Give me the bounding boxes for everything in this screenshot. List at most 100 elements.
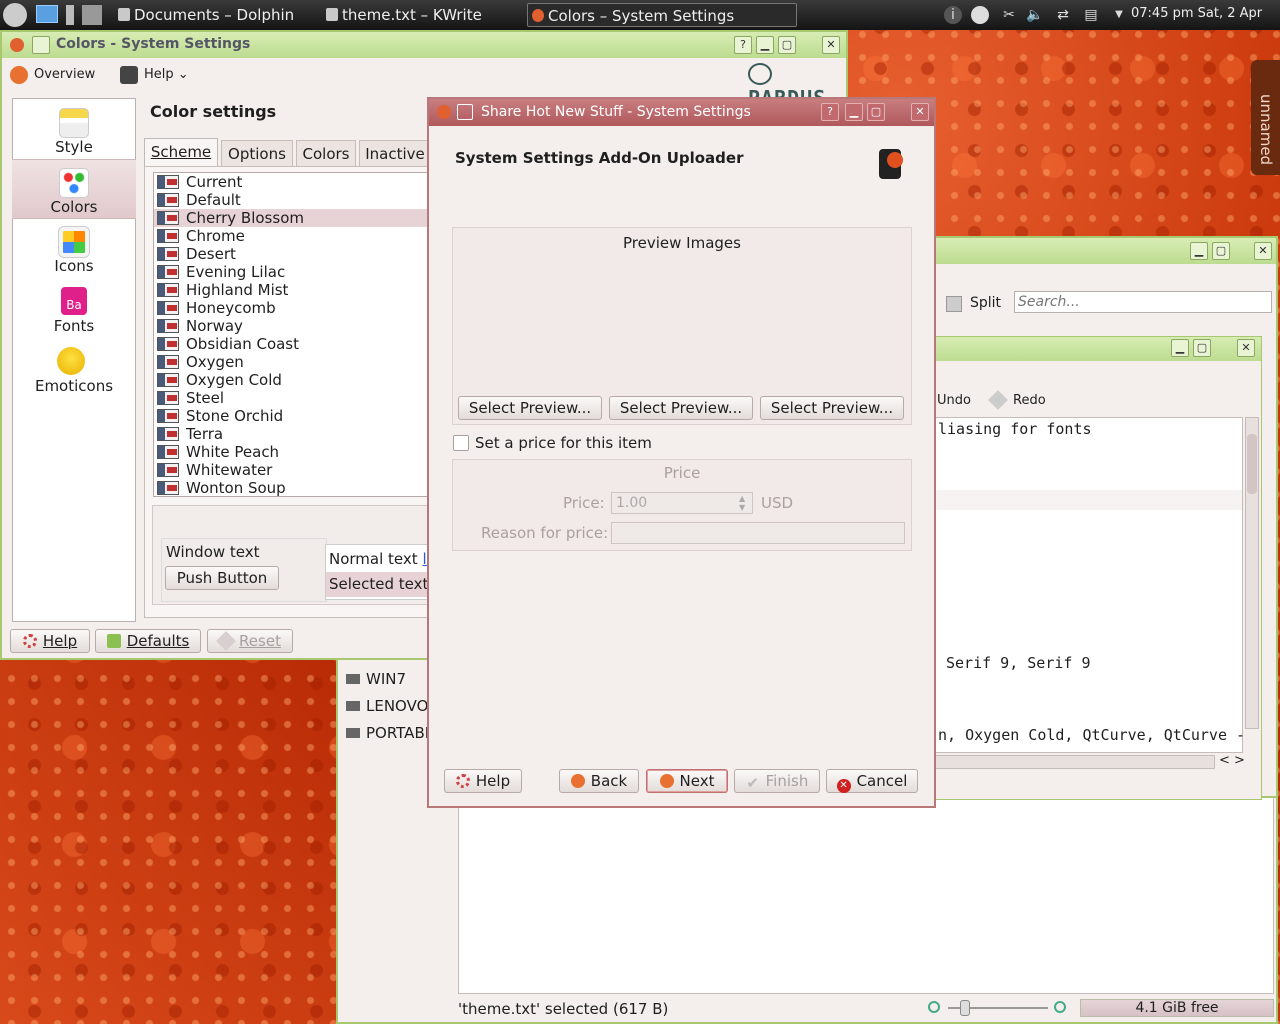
task-system-settings[interactable]: Colors – System Settings [527,3,797,27]
task-dolphin[interactable]: Documents – Dolphin [114,3,314,27]
tray-cat-icon[interactable] [971,6,989,24]
scrollbar-handle[interactable] [1247,434,1257,494]
scheme-list-item[interactable]: Oxygen [154,353,432,371]
select-preview-button-3[interactable]: Select Preview... [760,396,904,420]
scheme-list-item[interactable]: Norway [154,317,432,335]
preview-push-button[interactable]: Push Button [165,566,279,590]
select-preview-button-1[interactable]: Select Preview... [458,396,602,420]
finish-button[interactable]: ✔ Finish [734,769,820,793]
maximize-icon[interactable]: ▢ [1193,339,1211,357]
minimize-icon[interactable]: ▁ [845,103,863,121]
split-button[interactable]: Split [970,295,1001,311]
sticky-icon[interactable] [457,104,473,120]
category-emoticons[interactable]: Emoticons [12,339,136,399]
price-checkbox-label[interactable]: Set a price for this item [475,434,652,452]
horizontal-scrollbar[interactable] [933,755,1215,769]
help-icon[interactable]: ? [734,36,752,54]
place-win7[interactable]: WIN7 [346,670,406,688]
close-icon[interactable]: ✕ [822,36,840,54]
next-button[interactable]: Next [646,769,728,793]
redo-icon[interactable] [988,390,1008,410]
app-menu-icon[interactable] [437,105,451,119]
app-menu-icon[interactable] [10,38,24,52]
select-preview-button-2[interactable]: Select Preview... [609,396,753,420]
close-icon[interactable]: ✕ [1237,339,1255,357]
scheme-list-item[interactable]: Chrome [154,227,432,245]
price-checkbox[interactable] [453,435,469,451]
help-menu-button[interactable]: Help ⌄ [118,64,189,86]
tab-colors[interactable]: Colors [296,140,356,167]
category-style[interactable]: Style [12,100,136,160]
scheme-list-item[interactable]: Evening Lilac [154,263,432,281]
scheme-list-item[interactable]: Default [154,191,432,209]
scheme-list-item[interactable]: Cherry Blossom [154,209,432,227]
close-icon[interactable]: ✕ [1254,242,1272,260]
maximize-icon[interactable]: ▢ [867,103,885,121]
editor-titlebar[interactable]: ▁ ▢ ✕ [933,337,1261,361]
scheme-list-item[interactable]: Steel [154,389,432,407]
search-input[interactable] [1014,291,1272,313]
price-spin-arrows[interactable]: ▲ ▼ [739,494,751,512]
vertical-scrollbar[interactable] [1245,417,1259,729]
category-fonts[interactable]: Ba Fonts [12,279,136,339]
scheme-list-item[interactable]: Oxygen Cold [154,371,432,389]
volume-icon[interactable]: 🔈 [1026,6,1044,24]
category-icons[interactable]: Icons [12,219,136,279]
network-icon[interactable]: ⇄ [1054,6,1072,24]
file-view[interactable] [458,792,1274,994]
scheme-list-item[interactable]: Terra [154,425,432,443]
help-icon[interactable]: ? [821,103,839,121]
dialog-help-button[interactable]: Help [444,769,522,793]
tab-options[interactable]: Options [221,140,293,167]
scheme-list-item[interactable]: Obsidian Coast [154,335,432,353]
scheme-list-item[interactable]: Stone Orchid [154,407,432,425]
scheme-list-item[interactable]: Whitewater [154,461,432,479]
defaults-button[interactable]: Defaults [95,629,201,653]
undo-button[interactable]: Undo [937,393,971,408]
task-list-icon[interactable] [66,5,102,25]
colors-titlebar[interactable]: Colors - System Settings ? ▁ ▢ ✕ [2,32,846,58]
split-icon[interactable] [946,296,962,312]
redo-button[interactable]: Redo [1013,393,1046,408]
dialog-titlebar[interactable]: Share Hot New Stuff - System Settings ? … [429,99,934,126]
minimize-icon[interactable]: ▁ [1190,242,1208,260]
scheme-list-item[interactable]: Desert [154,245,432,263]
price-spinbox[interactable]: 1.00 [611,492,753,514]
overview-button[interactable]: Overview [8,64,95,86]
help-button[interactable]: Help [10,629,90,653]
scheme-list-item[interactable]: Wonton Soup [154,479,432,496]
place-portable[interactable]: PORTABL [346,724,433,742]
launcher-icon[interactable] [3,3,27,27]
minimize-icon[interactable]: ▁ [1171,339,1189,357]
desktop-side-tab[interactable]: unnamed [1251,60,1280,175]
minimize-icon[interactable]: ▁ [756,36,774,54]
scheme-list-item[interactable]: Highland Mist [154,281,432,299]
tab-inactive[interactable]: Inactive [359,140,431,167]
text-area[interactable]: liasing for fonts Serif 9, Serif 9 n, Ox… [933,417,1245,753]
scissors-icon[interactable]: ✂ [1000,6,1018,24]
maximize-icon[interactable]: ▢ [778,36,796,54]
category-colors[interactable]: Colors [12,159,136,219]
kwrite-titlebar[interactable]: ▁ ▢ ✕ [932,238,1276,264]
close-icon[interactable]: ✕ [911,103,929,121]
cancel-button[interactable]: ✕ Cancel [826,769,918,793]
scheme-list-item[interactable]: White Peach [154,443,432,461]
scheme-list[interactable]: Current Default Cherry Blossom Chrome Desert… [153,172,433,497]
scheme-list-item[interactable]: Current [154,173,432,191]
sticky-icon[interactable] [32,36,50,54]
clock[interactable]: 07:45 pm Sat, 2 Apr [1131,6,1262,21]
show-desktop-icon[interactable] [36,5,58,23]
place-lenovo[interactable]: LENOVO [346,697,428,715]
zoom-out-icon[interactable] [928,1001,940,1013]
zoom-slider-handle[interactable] [960,1000,970,1016]
scroll-arrows[interactable]: < > [1219,753,1245,768]
info-icon[interactable]: i [944,6,962,24]
maximize-icon[interactable]: ▢ [1212,242,1230,260]
reason-input[interactable] [611,522,905,544]
clipboard-icon[interactable]: ▤ [1082,6,1100,24]
task-kwrite[interactable]: theme.txt – KWrite [322,3,522,27]
scheme-list-item[interactable]: Honeycomb [154,299,432,317]
zoom-in-icon[interactable] [1054,1001,1066,1013]
tab-scheme[interactable]: Scheme [144,138,218,167]
reset-button[interactable]: Reset [207,629,293,653]
